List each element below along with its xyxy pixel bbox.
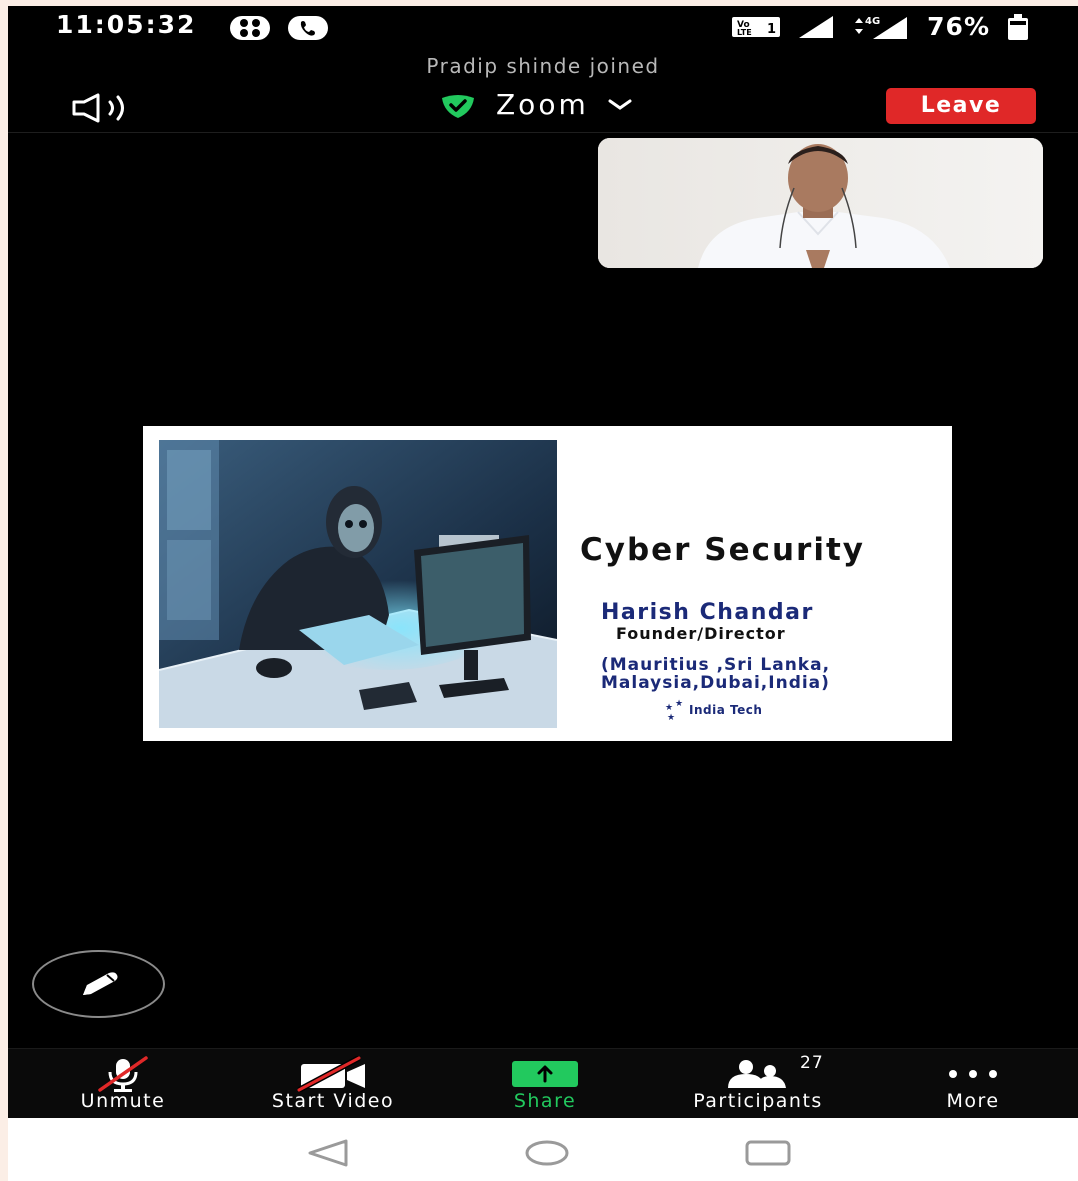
top-divider bbox=[8, 132, 1078, 133]
video-off-icon bbox=[297, 1056, 365, 1092]
chevron-down-icon bbox=[608, 99, 632, 110]
presenter-role: Founder/Director bbox=[616, 624, 786, 643]
more-dots-icon bbox=[949, 1070, 997, 1078]
shared-screen-slide: Cyber Security Harish Chandar Founder/Di… bbox=[143, 426, 952, 741]
svg-text:★: ★ bbox=[667, 713, 675, 722]
more-button[interactable]: More bbox=[923, 1049, 1023, 1119]
leave-button[interactable]: Leave bbox=[886, 88, 1036, 124]
countries-line-1: (Mauritius ,Sri Lanka, bbox=[601, 655, 831, 675]
svg-text:★: ★ bbox=[665, 703, 673, 713]
pencil-icon bbox=[82, 972, 117, 995]
phone-call-icon bbox=[288, 16, 328, 40]
svg-text:LTE: LTE bbox=[737, 28, 752, 37]
brand-name: India Tech bbox=[689, 703, 763, 717]
participant-video-feed bbox=[598, 138, 1043, 268]
participants-button[interactable]: 27 Participants bbox=[668, 1049, 848, 1119]
data-arrows-icon: 4G bbox=[855, 16, 908, 39]
recents-square-icon bbox=[745, 1140, 791, 1166]
more-label: More bbox=[946, 1090, 1000, 1112]
annotate-button[interactable] bbox=[32, 950, 165, 1018]
svg-text:1: 1 bbox=[767, 22, 776, 37]
svg-text:★: ★ bbox=[675, 699, 683, 709]
volte-icon: Vo LTE 1 bbox=[732, 16, 781, 37]
status-time: 11:05:32 bbox=[56, 10, 197, 39]
status-icons: Vo LTE 1 4G 76% bbox=[731, 12, 1030, 41]
grid-app-icon bbox=[230, 16, 270, 40]
nav-home-button[interactable] bbox=[523, 1138, 571, 1172]
shield-check-icon bbox=[442, 94, 474, 118]
brand-logo: ★ ★ ★ India Tech bbox=[665, 698, 762, 722]
share-upload-icon bbox=[512, 1061, 578, 1087]
unmute-button[interactable]: Unmute bbox=[58, 1049, 188, 1119]
meeting-toolbar: Unmute Start Video Share 27 Participants… bbox=[8, 1048, 1078, 1118]
home-circle-icon bbox=[525, 1140, 569, 1166]
participants-icon bbox=[728, 1060, 786, 1088]
zoom-meeting-screen: 11:05:32 Vo LTE 1 4G 76% Pradip shinde j… bbox=[8, 6, 1078, 1118]
meeting-title: Zoom bbox=[496, 88, 589, 121]
hacker-illustration bbox=[159, 440, 557, 728]
join-notification: Pradip shinde joined bbox=[426, 54, 660, 78]
svg-text:4G: 4G bbox=[865, 16, 880, 27]
share-button[interactable]: Share bbox=[490, 1049, 600, 1119]
unmute-label: Unmute bbox=[80, 1090, 166, 1112]
start-video-button[interactable]: Start Video bbox=[253, 1049, 413, 1119]
nav-back-button[interactable] bbox=[306, 1138, 350, 1172]
countries-line-2: Malaysia,Dubai,India) bbox=[601, 673, 830, 693]
participants-count: 27 bbox=[800, 1053, 824, 1073]
status-bar: 11:05:32 Vo LTE 1 4G 76% bbox=[8, 6, 1078, 48]
battery-icon bbox=[1008, 13, 1028, 40]
slide-title: Cyber Security bbox=[580, 532, 865, 568]
presenter-countries: (Mauritius ,Sri Lanka, Malaysia,Dubai,In… bbox=[601, 656, 830, 692]
battery-percent: 76% bbox=[927, 12, 990, 41]
share-label: Share bbox=[513, 1090, 577, 1112]
meeting-title-dropdown[interactable]: Zoom bbox=[438, 88, 633, 121]
slide-hacker-image bbox=[159, 440, 557, 728]
participants-label: Participants bbox=[693, 1090, 823, 1112]
nav-recents-button[interactable] bbox=[744, 1138, 792, 1172]
mic-muted-icon bbox=[98, 1056, 148, 1092]
participant-video-thumbnail[interactable] bbox=[598, 138, 1043, 268]
start-video-label: Start Video bbox=[271, 1090, 395, 1112]
back-triangle-icon bbox=[308, 1139, 348, 1167]
stars-icon: ★ ★ ★ bbox=[665, 699, 683, 722]
signal-icon bbox=[799, 15, 834, 38]
android-navigation-bar bbox=[8, 1118, 1078, 1181]
speaker-icon bbox=[72, 93, 124, 123]
presenter-name: Harish Chandar bbox=[601, 600, 814, 625]
speaker-button[interactable] bbox=[70, 92, 140, 124]
